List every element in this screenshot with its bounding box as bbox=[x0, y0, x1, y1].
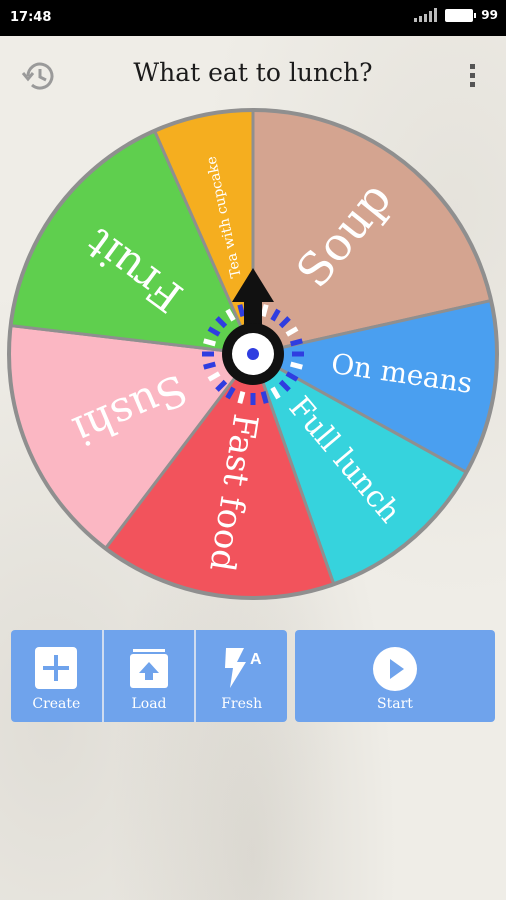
play-icon bbox=[373, 647, 417, 691]
start-button[interactable]: Start bbox=[295, 630, 495, 722]
create-button[interactable]: Create bbox=[11, 630, 104, 722]
plus-icon bbox=[35, 647, 78, 689]
svg-text:A: A bbox=[250, 651, 262, 668]
hub-tick bbox=[290, 338, 303, 347]
hub-tick bbox=[237, 304, 246, 317]
start-label: Start bbox=[377, 696, 413, 712]
hub-dot bbox=[247, 348, 259, 360]
status-bar: 17:48 99 bbox=[0, 0, 506, 36]
more-vert-icon[interactable] bbox=[464, 60, 480, 96]
flash-auto-icon: A bbox=[224, 648, 262, 688]
hub-tick bbox=[290, 361, 303, 370]
battery-level: 99 bbox=[481, 8, 498, 22]
hub-tick bbox=[260, 391, 269, 404]
fresh-button[interactable]: A Fresh bbox=[196, 630, 287, 722]
status-icons: 99 bbox=[414, 8, 498, 22]
hub-tick bbox=[260, 304, 269, 317]
load-label: Load bbox=[131, 696, 167, 712]
create-label: Create bbox=[32, 696, 81, 712]
action-toolbar: Create Load A Fresh bbox=[11, 630, 287, 722]
load-button[interactable]: Load bbox=[104, 630, 197, 722]
signal-icon bbox=[414, 8, 438, 22]
fresh-label: Fresh bbox=[221, 696, 263, 712]
status-time: 17:48 bbox=[10, 10, 52, 25]
spin-wheel[interactable]: Soup On means Full lunch Fast food Sushi Frui… bbox=[4, 108, 502, 608]
battery-icon bbox=[445, 8, 477, 22]
hub-tick bbox=[203, 361, 216, 370]
wheel-title: What eat to lunch? bbox=[133, 58, 373, 87]
hub-tick bbox=[203, 338, 216, 347]
upload-icon bbox=[130, 649, 168, 688]
hub-tick bbox=[237, 391, 246, 404]
